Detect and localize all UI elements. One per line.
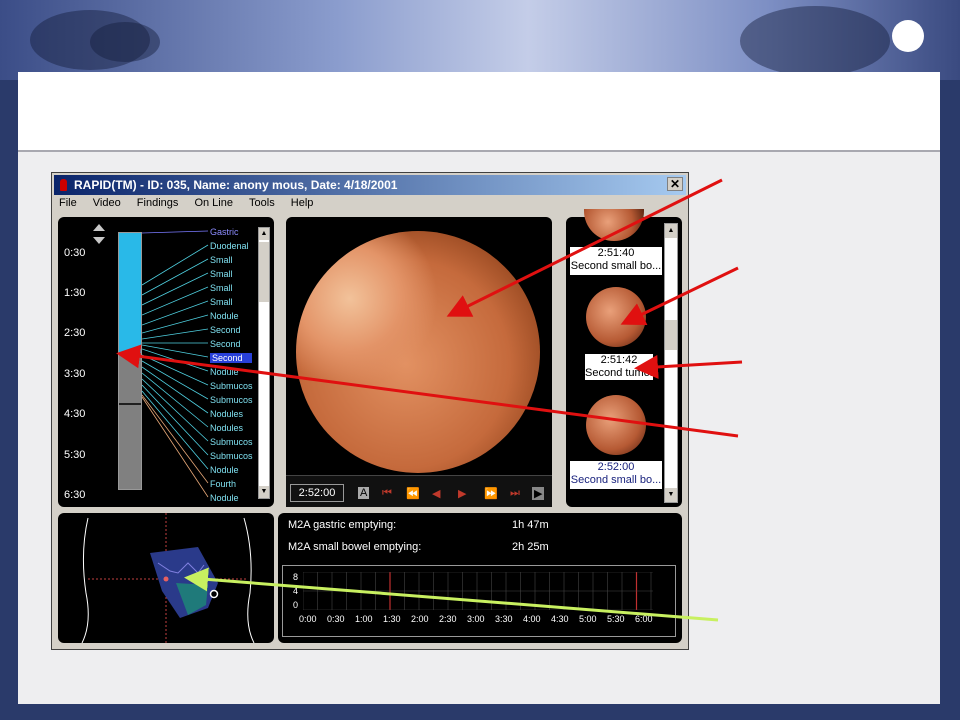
arrow-thumbnail: [620, 266, 739, 325]
annotation-arrows: [116, 178, 743, 622]
arrow-caption: [634, 354, 743, 379]
arrow-localization: [184, 567, 719, 622]
